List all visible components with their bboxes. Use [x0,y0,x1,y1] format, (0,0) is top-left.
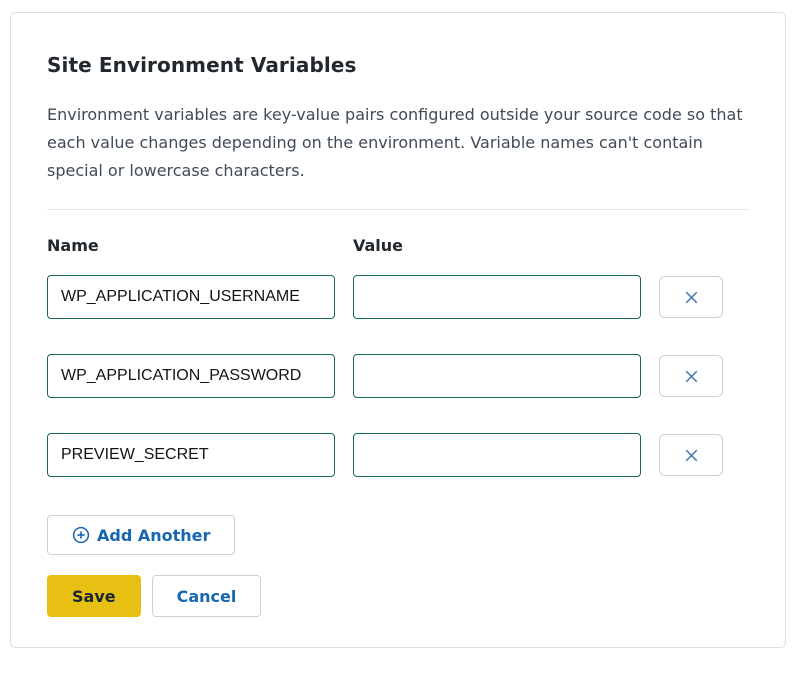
divider [47,209,749,210]
plus-circle-icon [72,526,90,544]
close-x-icon [685,291,697,303]
variable-name-input[interactable] [47,275,335,319]
cancel-button[interactable]: Cancel [151,575,262,617]
save-button[interactable]: Save [47,575,141,617]
close-x-icon [685,449,697,461]
variable-row [47,275,749,319]
variable-row [47,433,749,477]
variable-row [47,354,749,398]
column-headers: Name Value [47,236,749,255]
page-title: Site Environment Variables [47,53,357,77]
remove-row-button[interactable] [659,276,723,318]
site-environment-variables-card: Site Environment Variables Environment v… [10,12,786,648]
remove-row-button[interactable] [659,434,723,476]
form-actions: Save Cancel [47,575,749,617]
add-another-label: Add Another [97,525,211,545]
variable-value-input[interactable] [353,275,641,319]
variable-name-input[interactable] [47,354,335,398]
variable-value-input[interactable] [353,354,641,398]
column-header-name: Name [47,236,99,255]
variable-value-input[interactable] [353,433,641,477]
remove-row-button[interactable] [659,355,723,397]
column-header-value: Value [353,236,404,255]
description-text: Environment variables are key-value pair… [47,105,743,180]
close-x-icon [685,370,697,382]
variable-rows [47,275,749,477]
variable-name-input[interactable] [47,433,335,477]
add-another-button[interactable]: Add Another [47,515,236,555]
